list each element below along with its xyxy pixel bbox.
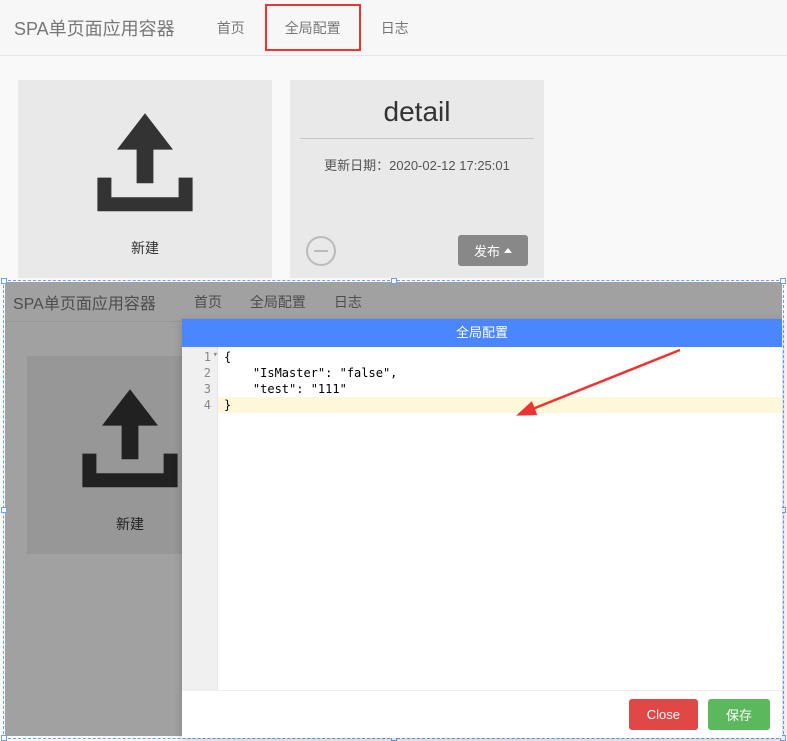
bg-tab-global-config: 全局配置 (236, 282, 320, 321)
tab-home[interactable]: 首页 (199, 0, 263, 55)
card-detail: detail 更新日期：2020-02-12 17:25:01 发布 (290, 80, 544, 278)
app-title: SPA单页面应用容器 (14, 15, 175, 41)
cards-row: 新建 detail 更新日期：2020-02-12 17:25:01 发布 (0, 56, 787, 302)
bg-upload-icon (60, 376, 200, 506)
code-line: "test": "111" (224, 381, 776, 397)
minus-icon[interactable] (306, 236, 336, 266)
close-button[interactable]: Close (629, 699, 698, 730)
line-number: 2 (192, 365, 211, 381)
card-detail-footer: 发布 (290, 223, 544, 278)
detail-date: 更新日期：2020-02-12 17:25:01 (290, 139, 544, 174)
caret-up-icon (504, 248, 512, 253)
save-button[interactable]: 保存 (708, 699, 770, 730)
code-line: "IsMaster": "false", (224, 365, 776, 381)
upload-icon (75, 100, 215, 230)
publish-button[interactable]: 发布 (458, 235, 528, 266)
app-header: SPA单页面应用容器 首页 全局配置 日志 (0, 0, 787, 56)
detail-title: detail (300, 86, 534, 139)
line-number: 3 (192, 381, 211, 397)
code-editor[interactable]: 1 2 3 4 ▾ { "IsMaster": "false", "test":… (182, 347, 782, 690)
card-new[interactable]: 新建 (18, 80, 272, 278)
tab-global-config[interactable]: 全局配置 (265, 4, 361, 51)
bg-tabs: 首页 全局配置 日志 (180, 282, 376, 321)
tab-log[interactable]: 日志 (363, 0, 427, 55)
bg-new-label: 新建 (116, 514, 144, 534)
bg-tab-home: 首页 (180, 282, 236, 321)
bg-tab-log: 日志 (320, 282, 376, 321)
tabs: 首页 全局配置 日志 (199, 0, 427, 55)
bg-header: SPA单页面应用容器 首页 全局配置 日志 (5, 282, 782, 322)
new-label: 新建 (131, 238, 159, 258)
bg-app-title: SPA单页面应用容器 (13, 290, 156, 314)
modal-footer: Close 保存 (182, 690, 782, 738)
global-config-modal: 全局配置 1 2 3 4 ▾ { "IsMaster": "false", "t… (182, 319, 782, 738)
editor-gutter: 1 2 3 4 ▾ (182, 347, 218, 690)
modal-title: 全局配置 (182, 319, 782, 347)
code-line: } (218, 397, 782, 413)
line-number: 4 (192, 397, 211, 413)
publish-label: 发布 (474, 241, 500, 260)
code-area[interactable]: { "IsMaster": "false", "test": "111" } (218, 347, 782, 690)
code-line: { (224, 349, 776, 365)
line-number: 1 (192, 349, 211, 365)
